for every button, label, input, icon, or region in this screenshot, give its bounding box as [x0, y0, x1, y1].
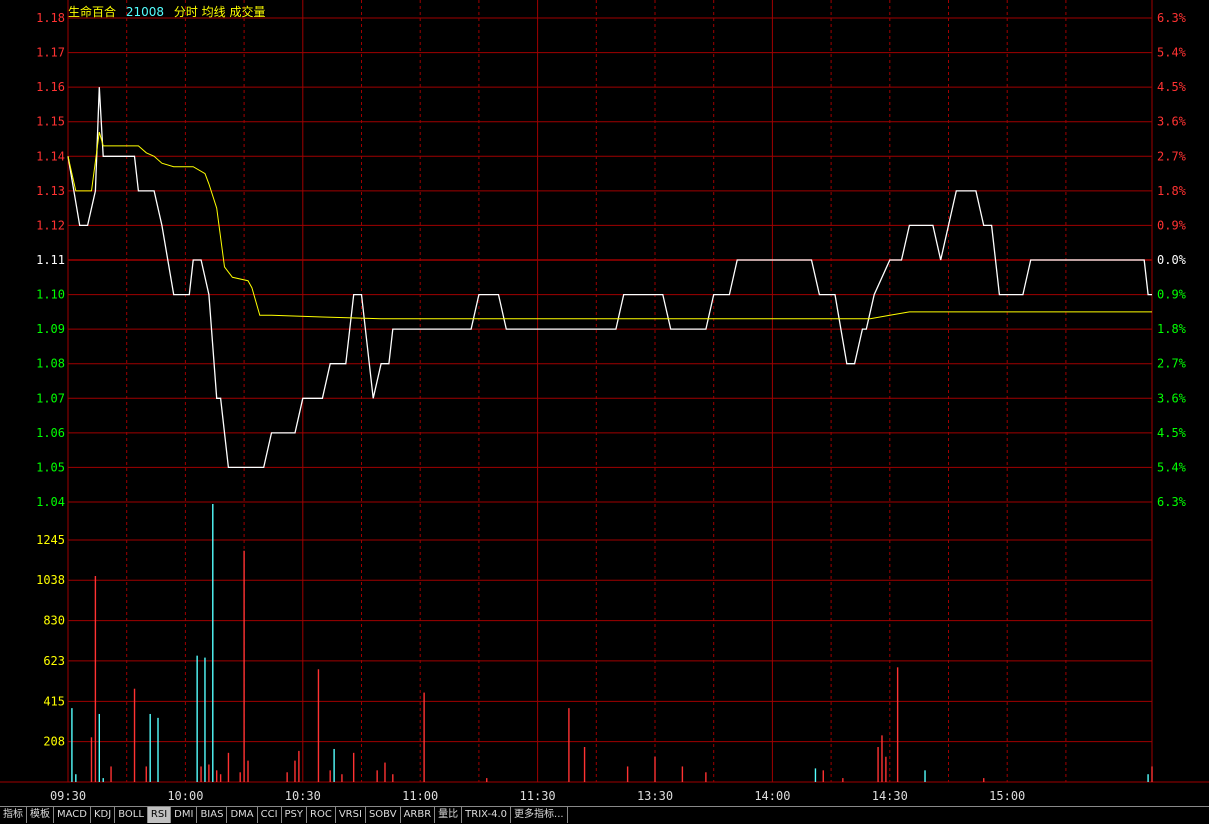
percent-tick-label: 5.4%	[1157, 460, 1187, 474]
chart-background	[0, 0, 1209, 806]
price-tick-label: 1.08	[36, 357, 65, 371]
price-tick-label: 1.15	[36, 115, 65, 129]
volume-tick-label: 1038	[36, 573, 65, 587]
price-tick-label: 1.09	[36, 322, 65, 336]
price-tick-label: 1.06	[36, 426, 65, 440]
price-tick-label: 1.16	[36, 80, 65, 94]
price-tick-label: 1.13	[36, 184, 65, 198]
percent-tick-label: 2.7%	[1157, 149, 1187, 163]
price-tick-label: 1.17	[36, 46, 65, 60]
price-tick-label: 1.11	[36, 253, 65, 267]
price-tick-label: 1.12	[36, 218, 65, 232]
price-tick-label: 1.04	[36, 495, 65, 509]
percent-tick-label: 6.3%	[1157, 495, 1187, 509]
stock-name: 生命百合	[68, 5, 117, 19]
percent-tick-label: 3.6%	[1157, 391, 1187, 405]
volume-tick-label: 208	[43, 735, 65, 749]
view-label: 分时 均线 成交量	[173, 5, 266, 19]
time-tick-label: 11:30	[520, 789, 556, 803]
percent-tick-label: 1.8%	[1157, 322, 1187, 336]
indicator-tab-bar: 指标 模板 MACD KDJ BOLL RSI DMI BIAS DMA CCI PSY ROC VRS…	[0, 806, 1209, 824]
tab-0[interactable]: 指标	[0, 807, 27, 823]
volume-tick-label: 415	[43, 694, 65, 708]
tab-9[interactable]: CCI	[257, 807, 282, 823]
tab-7[interactable]: BIAS	[197, 807, 228, 823]
tab-8[interactable]: DMA	[227, 807, 258, 823]
percent-tick-label: 0.9%	[1157, 288, 1187, 302]
tab-13[interactable]: SOBV	[365, 807, 401, 823]
tab-4[interactable]: BOLL	[115, 807, 148, 823]
price-tick-label: 1.05	[36, 460, 65, 474]
percent-tick-label: 0.9%	[1157, 218, 1187, 232]
price-tick-label: 1.18	[36, 11, 65, 25]
tab-11[interactable]: ROC	[307, 807, 336, 823]
tab-14[interactable]: ARBR	[400, 807, 436, 823]
volume-tick-label: 623	[43, 654, 65, 668]
percent-tick-label: 0.0%	[1157, 253, 1187, 267]
volume-tick-label: 1245	[36, 533, 65, 547]
price-tick-label: 1.10	[36, 288, 65, 302]
time-tick-label: 09:30	[50, 789, 86, 803]
time-tick-label: 10:30	[285, 789, 321, 803]
percent-tick-label: 3.6%	[1157, 115, 1187, 129]
chart-header: 生命百合 21008 分时 均线 成交量	[68, 3, 272, 20]
time-tick-label: 14:00	[754, 789, 790, 803]
time-tick-label: 13:30	[637, 789, 673, 803]
tab-15[interactable]: 量比	[435, 807, 463, 823]
time-tick-label: 10:00	[167, 789, 203, 803]
time-tick-label: 11:00	[402, 789, 438, 803]
tab-16[interactable]: TRIX-4.0	[462, 807, 512, 823]
percent-tick-label: 4.5%	[1157, 426, 1187, 440]
percent-tick-label: 2.7%	[1157, 357, 1187, 371]
time-tick-label: 14:30	[872, 789, 908, 803]
stock-code: 21008	[125, 5, 165, 19]
percent-tick-label: 6.3%	[1157, 11, 1187, 25]
tab-3[interactable]: KDJ	[90, 807, 116, 823]
percent-tick-label: 5.4%	[1157, 46, 1187, 60]
intraday-chart[interactable]: 1.18 6.3% 1.17 5.4% 1.16 4.5% 1.15 3.6% 1.14 2.7%…	[0, 0, 1209, 806]
percent-tick-label: 1.8%	[1157, 184, 1187, 198]
volume-tick-label: 830	[43, 614, 65, 628]
percent-tick-label: 4.5%	[1157, 80, 1187, 94]
price-tick-label: 1.07	[36, 391, 65, 405]
tab-5[interactable]: RSI	[147, 807, 172, 823]
tab-17[interactable]: 更多指标...	[511, 807, 568, 823]
tab-10[interactable]: PSY	[281, 807, 308, 823]
time-tick-label: 15:00	[989, 789, 1025, 803]
tab-1[interactable]: 模板	[27, 807, 54, 823]
price-tick-label: 1.14	[36, 149, 65, 163]
tab-2[interactable]: MACD	[54, 807, 91, 823]
tab-6[interactable]: DMI	[171, 807, 198, 823]
tab-12[interactable]: VRSI	[335, 807, 366, 823]
